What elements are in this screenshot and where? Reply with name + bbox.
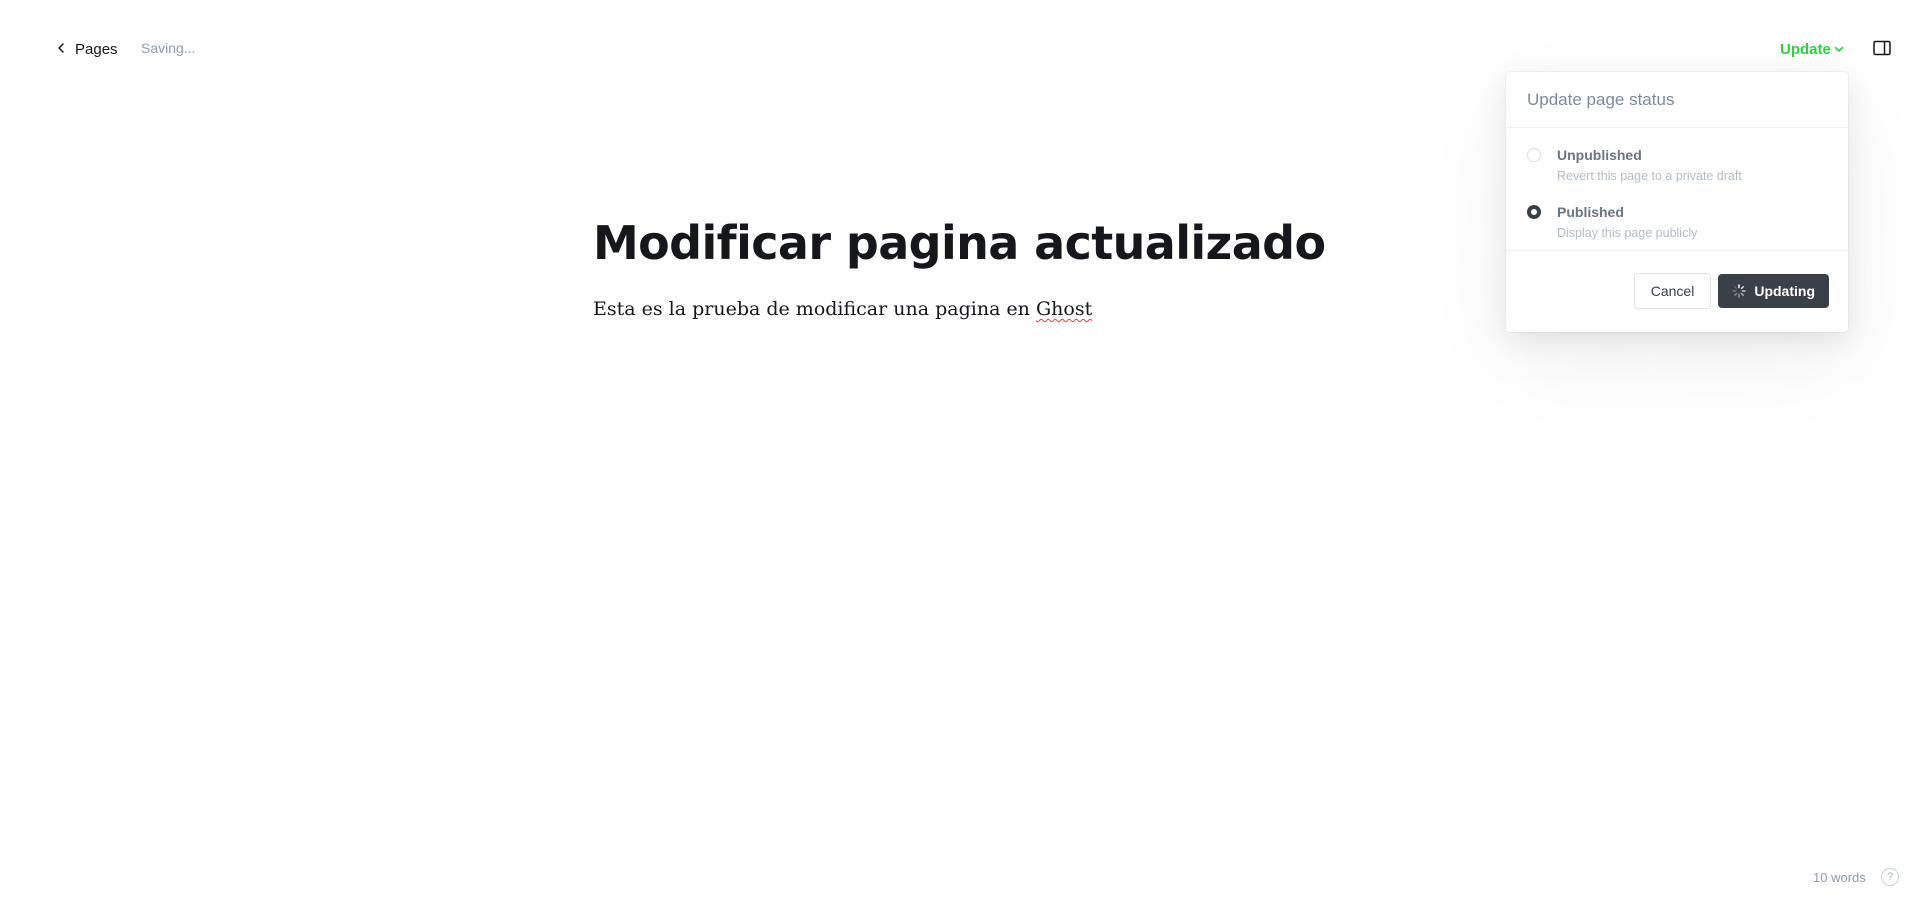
cancel-button-label: Cancel: [1650, 283, 1695, 299]
update-trigger-label: Update: [1780, 40, 1831, 58]
sidebar-panel-icon: [1872, 40, 1892, 62]
question-mark-icon: ?: [1886, 871, 1894, 883]
back-to-pages-link[interactable]: Pages: [55, 38, 118, 60]
editor-canvas: Modificar pagina actualizado Esta es la …: [593, 210, 1353, 324]
radio-unpublished[interactable]: [1527, 148, 1541, 162]
misspelled-word: Ghost: [1035, 298, 1093, 320]
chevron-down-icon: [1834, 41, 1844, 58]
status-option-published[interactable]: Published Display this page publicly: [1527, 203, 1827, 260]
updating-button[interactable]: Updating: [1718, 274, 1829, 308]
saving-status: Saving...: [141, 40, 196, 56]
back-link-label: Pages: [75, 40, 118, 58]
option-description: Revert this page to a private draft: [1557, 169, 1742, 183]
option-label: Unpublished: [1557, 147, 1642, 163]
page-title[interactable]: Modificar pagina actualizado: [593, 210, 1353, 276]
help-button[interactable]: ?: [1881, 868, 1899, 886]
updating-button-label: Updating: [1754, 283, 1815, 299]
option-description: Display this page publicly: [1557, 226, 1698, 240]
dropdown-actions: Cancel Updating: [1506, 251, 1848, 331]
radio-published[interactable]: [1527, 205, 1541, 219]
chevron-left-icon: [55, 41, 67, 58]
cancel-button[interactable]: Cancel: [1633, 273, 1712, 309]
word-count: 10 words: [1813, 870, 1866, 885]
page-body[interactable]: Esta es la prueba de modificar una pagin…: [593, 294, 1353, 324]
option-label: Published: [1557, 204, 1624, 220]
body-text: Esta es la prueba de modificar una pagin…: [593, 298, 1036, 320]
status-options: Unpublished Revert this page to a privat…: [1506, 128, 1848, 251]
publish-status-dropdown: Update page status Unpublished Revert th…: [1506, 72, 1848, 332]
status-option-unpublished[interactable]: Unpublished Revert this page to a privat…: [1527, 146, 1827, 203]
dropdown-title: Update page status: [1506, 72, 1848, 128]
settings-sidebar-toggle[interactable]: [1872, 38, 1892, 58]
spinner-icon: [1732, 284, 1747, 298]
update-dropdown-trigger[interactable]: Update: [1780, 38, 1844, 60]
